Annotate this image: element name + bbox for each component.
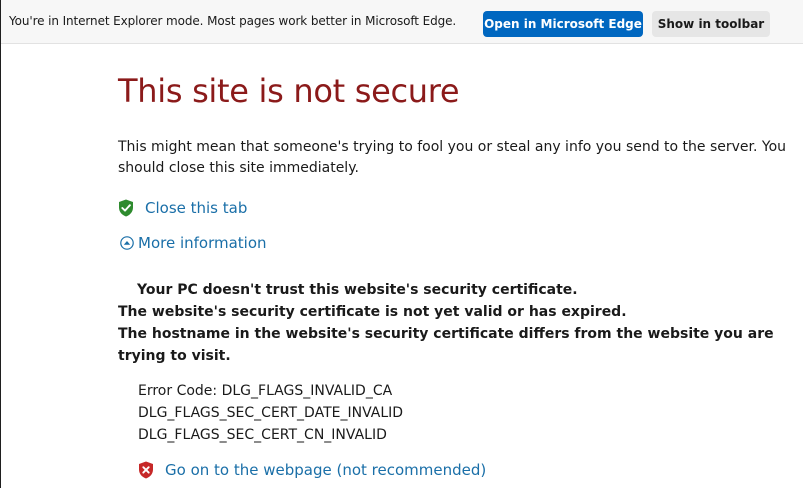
red-shield-x-icon xyxy=(139,461,153,479)
open-in-edge-button[interactable]: Open in Microsoft Edge xyxy=(483,11,643,37)
ie-mode-notification-bar: You're in Internet Explorer mode. Most p… xyxy=(1,0,803,44)
green-shield-check-icon xyxy=(119,199,133,217)
close-tab-link[interactable]: Close this tab xyxy=(145,199,247,217)
error-code-line: DLG_FLAGS_SEC_CERT_DATE_INVALID xyxy=(138,405,404,421)
more-information-link[interactable]: More information xyxy=(138,234,267,252)
circle-chevron-up-icon xyxy=(120,236,134,250)
detail-untrusted-certificate: Your PC doesn't trust this website's sec… xyxy=(137,282,578,298)
error-codes: Error Code: DLG_FLAGS_INVALID_CA DLG_FLA… xyxy=(138,380,403,446)
more-info-row[interactable]: More information xyxy=(120,233,267,253)
show-in-toolbar-button[interactable]: Show in toolbar xyxy=(652,11,770,37)
page-title: This site is not secure xyxy=(118,72,460,110)
error-code-line: Error Code: DLG_FLAGS_INVALID_CA xyxy=(138,383,393,399)
detail-hostname-mismatch: The hostname in the website's security c… xyxy=(118,326,774,364)
go-on-row[interactable]: Go on to the webpage (not recommended) xyxy=(138,459,486,481)
browser-frame: You're in Internet Explorer mode. Most p… xyxy=(0,0,803,488)
warning-description: This might mean that someone's trying to… xyxy=(118,139,787,176)
certificate-error-details: Your PC doesn't trust this website's sec… xyxy=(118,279,803,367)
detail-expired-certificate: The website's security certificate is no… xyxy=(118,304,627,320)
go-on-to-webpage-link[interactable]: Go on to the webpage (not recommended) xyxy=(165,461,486,479)
error-code-line: DLG_FLAGS_SEC_CERT_CN_INVALID xyxy=(138,427,387,443)
ie-mode-message: You're in Internet Explorer mode. Most p… xyxy=(9,14,457,28)
close-tab-row[interactable]: Close this tab xyxy=(118,197,247,219)
